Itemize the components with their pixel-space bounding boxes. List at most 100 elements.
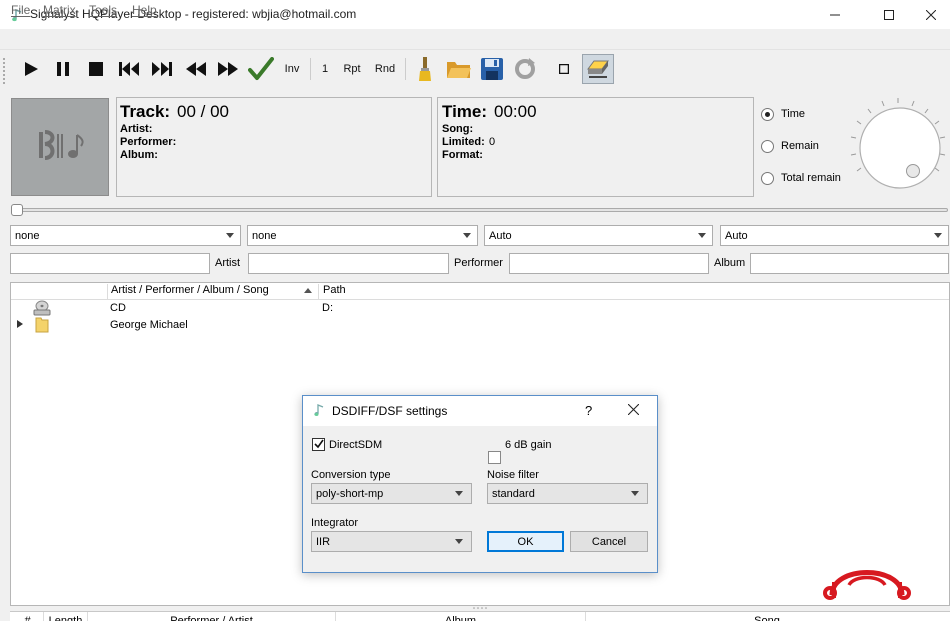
- rate-select[interactable]: Auto: [720, 225, 949, 246]
- fast-forward-button[interactable]: [216, 56, 240, 82]
- shaper-select[interactable]: Auto: [484, 225, 713, 246]
- playlist-column-length[interactable]: Length: [44, 612, 88, 621]
- radio-remain-label: Remain: [781, 140, 819, 152]
- minimize-button[interactable]: [812, 0, 858, 29]
- menu-matrix[interactable]: Matrix: [43, 3, 76, 17]
- time-value: 00:00: [494, 102, 537, 121]
- open-button[interactable]: [445, 56, 473, 82]
- chevron-down-icon: [226, 233, 234, 238]
- random-button[interactable]: Rnd: [372, 56, 398, 82]
- gain-checkbox[interactable]: [488, 451, 501, 464]
- refresh-button[interactable]: [512, 56, 538, 82]
- save-button[interactable]: [480, 56, 504, 82]
- performer-filter-input[interactable]: [509, 253, 709, 274]
- dialog-title: DSDIFF/DSF settings: [332, 404, 448, 418]
- time-label: Time:: [442, 102, 488, 121]
- column-header-title[interactable]: Artist / Performer / Album / Song: [107, 284, 319, 299]
- performer-filter-label: Performer: [454, 257, 503, 269]
- library-search-input[interactable]: [10, 253, 210, 274]
- window-title: Signalyst HQPlayer Desktop - registered:…: [30, 7, 357, 21]
- single-button[interactable]: 1: [318, 56, 332, 82]
- radio-total-remain-label: Total remain: [781, 172, 841, 184]
- ok-button[interactable]: OK: [487, 531, 564, 552]
- mode-select[interactable]: none: [10, 225, 241, 246]
- network-drive-icon: [587, 60, 609, 78]
- radio-time-label: Time: [781, 108, 806, 120]
- dialog-close-icon[interactable]: [628, 404, 639, 415]
- folder-open-icon: [447, 62, 471, 78]
- save-icon: [481, 58, 503, 80]
- pause-button[interactable]: [51, 56, 75, 82]
- maximize-button[interactable]: [866, 0, 912, 29]
- folder-icon: [35, 317, 49, 333]
- integrator-select[interactable]: IIR: [311, 531, 472, 552]
- clear-button[interactable]: [413, 56, 437, 82]
- transport-button[interactable]: [582, 54, 614, 84]
- fast-forward-icon: [218, 62, 238, 76]
- chevron-down-icon: [455, 491, 463, 496]
- noise-filter-select[interactable]: standard: [487, 483, 648, 504]
- conversion-type-value: poly-short-mp: [316, 487, 384, 500]
- library-row-cd-path: D:: [322, 302, 333, 314]
- radio-total-remain[interactable]: Total remain: [761, 170, 841, 186]
- close-button[interactable]: [912, 0, 950, 29]
- seek-bar[interactable]: [18, 208, 948, 212]
- chevron-down-icon: [631, 491, 639, 496]
- brush-icon: [419, 57, 431, 81]
- refresh-icon: [515, 58, 535, 79]
- menu-file[interactable]: File: [11, 3, 30, 17]
- radio-remain[interactable]: Remain: [761, 138, 819, 154]
- menu-help[interactable]: Help: [132, 3, 157, 17]
- cd-drive-icon: [33, 300, 51, 316]
- stop-button[interactable]: [84, 56, 108, 82]
- rewind-button[interactable]: [184, 56, 208, 82]
- seek-handle[interactable]: [11, 204, 23, 216]
- radio-indicator[interactable]: [761, 171, 774, 185]
- playlist-column-number[interactable]: #: [12, 612, 44, 621]
- chevron-down-icon: [934, 233, 942, 238]
- minimize-icon: [830, 14, 840, 15]
- close-icon: [926, 9, 936, 20]
- cancel-button[interactable]: Cancel: [570, 531, 648, 552]
- toolbar-separator: [405, 58, 406, 80]
- next-track-button[interactable]: [149, 56, 175, 82]
- album-filter-input[interactable]: [750, 253, 949, 274]
- apply-button[interactable]: [247, 56, 275, 82]
- mini-mode-button[interactable]: [555, 56, 573, 82]
- chevron-down-icon: [463, 233, 471, 238]
- play-button[interactable]: [19, 56, 43, 82]
- radio-indicator[interactable]: [761, 107, 774, 121]
- previous-track-button[interactable]: [116, 56, 142, 82]
- watermark-logo: [823, 570, 911, 600]
- skip-forward-icon: [152, 62, 172, 76]
- splitter-handle[interactable]: [472, 606, 490, 610]
- library-row-cd-name[interactable]: CD: [110, 302, 126, 314]
- checkmark-icon: [314, 439, 324, 449]
- menu-tools[interactable]: Tools: [89, 3, 117, 17]
- toolbar-separator: [310, 58, 311, 80]
- volume-knob[interactable]: [848, 96, 948, 196]
- play-icon: [25, 62, 38, 76]
- filter-select[interactable]: none: [247, 225, 478, 246]
- artist-filter-label: Artist: [215, 257, 241, 269]
- invert-button[interactable]: Inv: [281, 56, 303, 82]
- integrator-label: Integrator: [311, 517, 359, 529]
- album-filter-label: Album: [714, 257, 746, 269]
- rate-select-value: Auto: [725, 229, 748, 242]
- column-header-path[interactable]: Path: [320, 284, 948, 299]
- repeat-button[interactable]: Rpt: [340, 56, 364, 82]
- directsdm-checkbox[interactable]: [312, 438, 325, 451]
- mode-select-value: none: [15, 229, 40, 242]
- playlist-column-album[interactable]: Album: [336, 612, 586, 621]
- playlist-column-performer[interactable]: Performer / Artist: [88, 612, 336, 621]
- playlist-column-song[interactable]: Song: [586, 612, 948, 621]
- music-score-icon: [39, 130, 84, 160]
- artist-filter-input[interactable]: [248, 253, 449, 274]
- radio-time[interactable]: Time: [761, 106, 805, 122]
- radio-indicator[interactable]: [761, 139, 774, 153]
- library-row-artist-name[interactable]: George Michael: [110, 319, 188, 331]
- dialog-help-button[interactable]: ?: [585, 403, 592, 418]
- conversion-type-select[interactable]: poly-short-mp: [311, 483, 472, 504]
- expand-arrow-icon[interactable]: [17, 320, 23, 328]
- toolbar-grip[interactable]: [3, 58, 6, 84]
